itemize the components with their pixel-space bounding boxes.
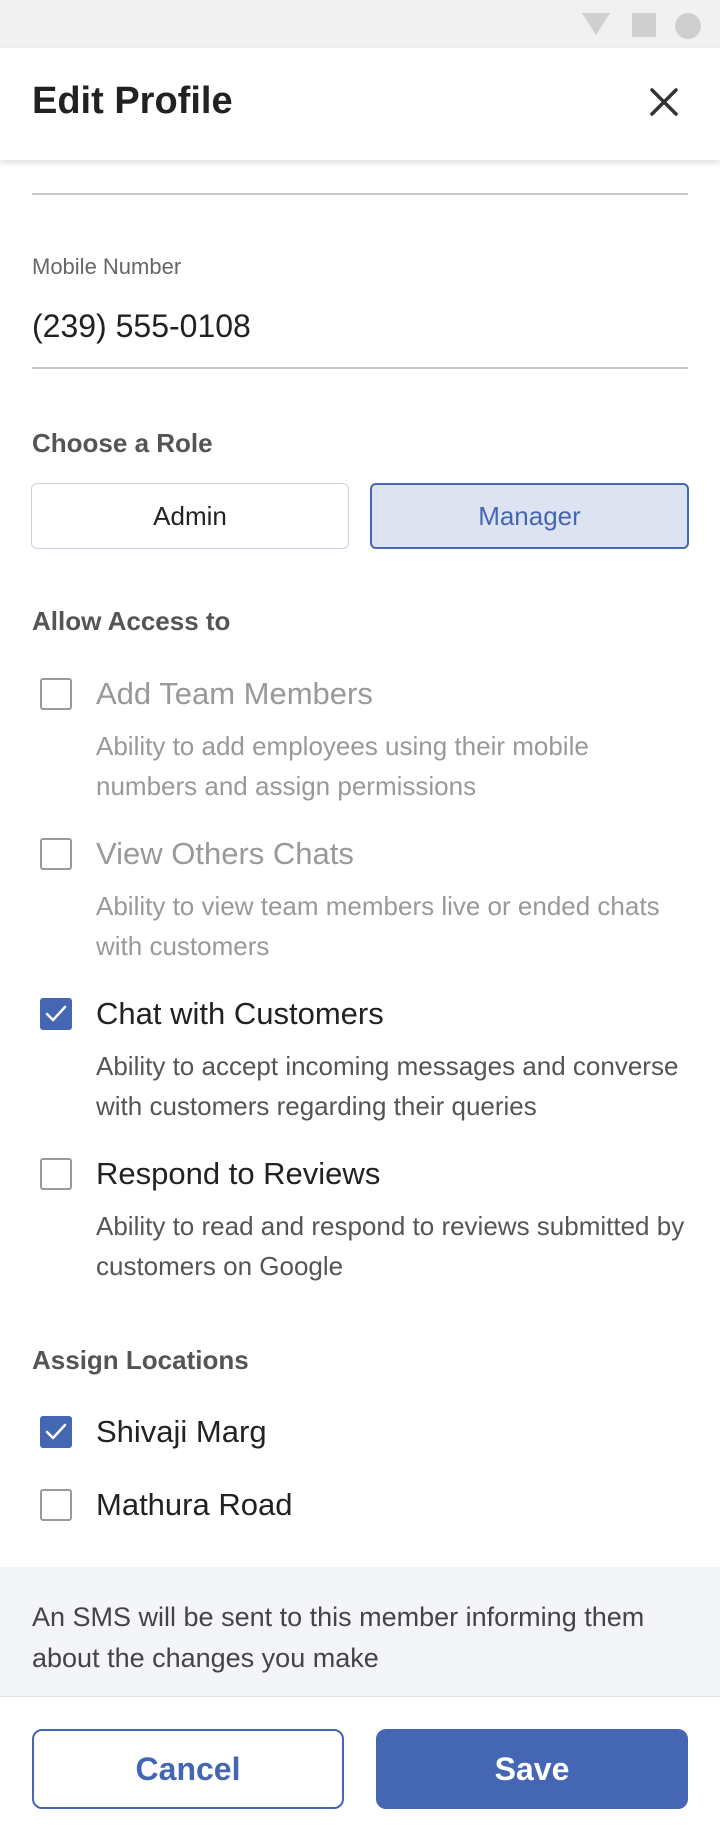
status-bar [0, 0, 720, 48]
save-button[interactable]: Save [376, 1729, 688, 1809]
check-icon [45, 1423, 67, 1440]
role-section-title: Choose a Role [32, 428, 213, 458]
respond-to-reviews-checkbox[interactable] [40, 1158, 72, 1190]
cancel-button[interactable]: Cancel [32, 1729, 344, 1809]
access-item-desc: Ability to read and respond to reviews s… [96, 1211, 685, 1281]
locations-section-title: Assign Locations [32, 1345, 249, 1375]
access-item-desc: Ability to accept incoming messages and … [96, 1051, 679, 1121]
add-team-members-checkbox[interactable] [40, 678, 72, 710]
sms-notice-text: An SMS will be sent to this member infor… [32, 1602, 645, 1673]
page-title: Edit Profile [32, 80, 233, 122]
access-item-title: Chat with Customers [96, 996, 384, 1031]
chat-with-customers-checkbox[interactable] [40, 998, 72, 1030]
close-button[interactable] [644, 82, 684, 122]
name-field-underline [32, 193, 688, 195]
access-item-title: Respond to Reviews [96, 1156, 381, 1191]
view-others-chats-checkbox[interactable] [40, 838, 72, 870]
access-item-desc: Ability to view team members live or end… [96, 891, 660, 961]
access-item-title: View Others Chats [96, 836, 354, 871]
shivaji-marg-checkbox[interactable] [40, 1416, 72, 1448]
mobile-field-label: Mobile Number [32, 254, 182, 279]
access-item-desc: Ability to add employees using their mob… [96, 731, 589, 801]
access-item-title: Add Team Members [96, 676, 373, 711]
sms-notice: An SMS will be sent to this member infor… [0, 1567, 720, 1697]
role-admin-button[interactable]: Admin [31, 483, 349, 549]
mobile-field-input[interactable]: (239) 555-0108 [32, 308, 251, 345]
close-icon [650, 88, 678, 116]
location-label: Shivaji Marg [96, 1414, 267, 1449]
mobile-field-underline [32, 367, 688, 369]
mathura-road-checkbox[interactable] [40, 1489, 72, 1521]
access-section-title: Allow Access to [32, 606, 231, 636]
check-icon [45, 1005, 67, 1022]
signal-icon [582, 13, 610, 35]
role-manager-button[interactable]: Manager [370, 483, 689, 549]
square-nav-icon [632, 13, 656, 37]
location-label: Mathura Road [96, 1487, 293, 1522]
circle-nav-icon [675, 13, 701, 39]
app-header: Edit Profile [0, 48, 720, 160]
